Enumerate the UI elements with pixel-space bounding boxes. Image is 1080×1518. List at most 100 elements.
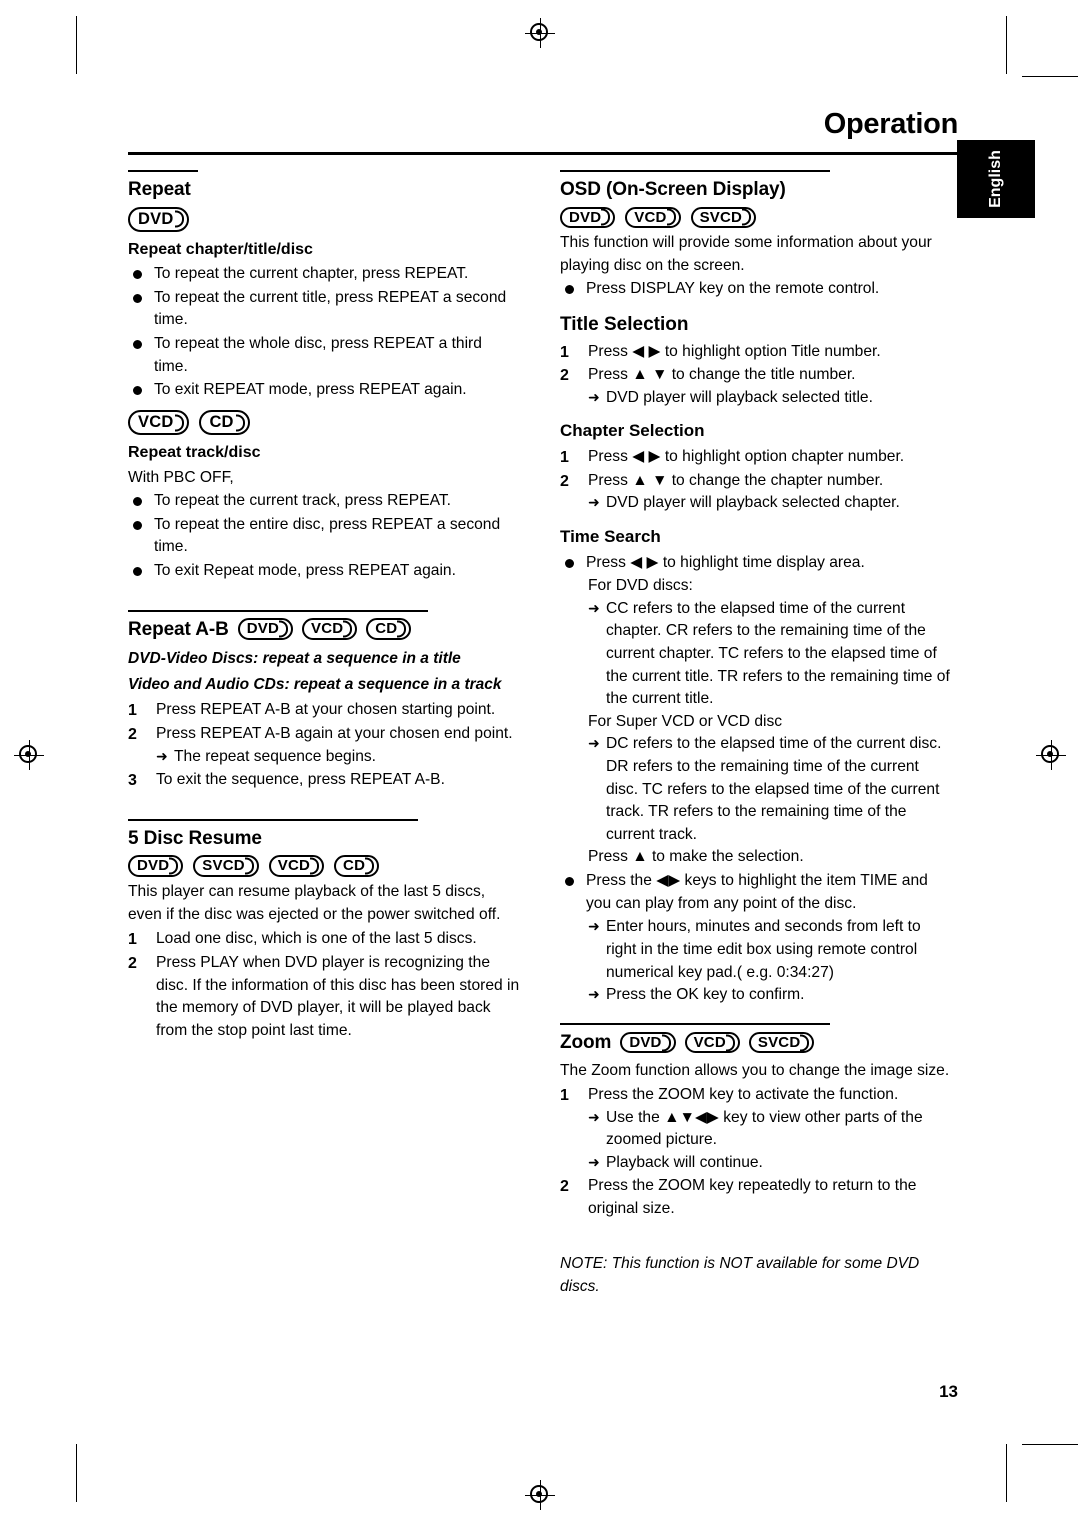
language-tab: English xyxy=(957,140,1035,218)
time-search-vcd-label: For Super VCD or VCD disc xyxy=(588,712,783,730)
time-search-bullets-2: Press the ◀▶ keys to highlight the item … xyxy=(560,870,952,915)
disc-resume-logos: DVD SVCD VCD CD xyxy=(128,855,520,878)
step-text: Press ◀ ▶ to highlight option chapter nu… xyxy=(588,448,905,466)
osd-intro: This function will provide some informat… xyxy=(560,234,932,274)
arrow-icon: ➜ xyxy=(588,735,600,752)
time-search-make-selection: Press ▲ to make the selection. xyxy=(588,848,804,866)
osd-logos: DVD VCD SVCD xyxy=(560,206,952,229)
step-number: 2 xyxy=(560,1178,569,1196)
step-substep: ➜ DVD player will playback selected titl… xyxy=(588,387,952,410)
list-item-text: Press ◀ ▶ to highlight time display area… xyxy=(586,553,865,571)
disc-logo-vcd: VCD xyxy=(301,618,358,641)
repeat-heading: Repeat xyxy=(128,179,191,200)
disc-logo-vcd: VCD xyxy=(684,1031,740,1054)
time-search-bullets: Press ◀ ▶ to highlight time display area… xyxy=(560,552,952,575)
arrow-icon: ➜ xyxy=(588,918,600,935)
crop-mark-top-right xyxy=(1006,16,1007,74)
disc-logo-dvd: DVD xyxy=(560,206,616,229)
osd-heading: OSD (On-Screen Display) xyxy=(560,179,786,200)
arrow-icon: ➜ xyxy=(588,599,600,616)
time-search-entry-detail: ➜ Enter hours, minutes and seconds from … xyxy=(588,916,952,984)
disc-logo-cd: CD xyxy=(366,618,412,641)
step-number: 2 xyxy=(128,954,137,972)
list-item: Press ◀ ▶ to highlight time display area… xyxy=(560,552,952,575)
disc-logo-vcd: VCD xyxy=(268,855,325,878)
repeat-ab-section-rule xyxy=(128,609,428,612)
bullet-icon xyxy=(133,270,142,280)
disc-resume-section-rule xyxy=(128,818,418,821)
list-item: To exit Repeat mode, press REPEAT again. xyxy=(128,560,520,583)
arrow-icon: ➜ xyxy=(156,747,168,764)
step-number: 1 xyxy=(560,449,569,467)
crop-mark-right-upper xyxy=(1022,76,1078,77)
step-number: 3 xyxy=(128,772,137,790)
list-item-text: To repeat the current chapter, press REP… xyxy=(154,265,469,283)
disc-logo-dvd: DVD xyxy=(128,855,184,878)
title-selection-heading: Title Selection xyxy=(560,314,689,336)
page-title: Operation xyxy=(823,108,959,140)
substep-text: DVD player will playback selected title. xyxy=(606,388,873,406)
disc-logo-vcd: VCD xyxy=(128,409,190,436)
substep-text: The repeat sequence begins. xyxy=(174,747,376,765)
detail-text: CC refers to the elapsed time of the cur… xyxy=(606,599,950,708)
chapter-selection-heading: Chapter Selection xyxy=(560,421,705,441)
disc-logo-svcd: SVCD xyxy=(193,855,259,878)
disc-logo-dvd: DVD xyxy=(620,1031,676,1054)
crop-mark-bottom-right xyxy=(1006,1444,1007,1502)
disc-resume-heading: 5 Disc Resume xyxy=(128,827,262,849)
list-item-text: To repeat the current title, press REPEA… xyxy=(154,288,507,329)
time-search-dvd-detail: ➜ CC refers to the elapsed time of the c… xyxy=(588,598,952,711)
list-item-text: To repeat the current track, press REPEA… xyxy=(154,492,451,510)
language-tab-label: English xyxy=(987,150,1004,208)
left-column: Repeat DVD Repeat chapter/title/disc To … xyxy=(128,170,520,1043)
list-item: 2 Press ▲ ▼ to change the chapter number… xyxy=(560,470,952,515)
zoom-section-rule xyxy=(560,1022,830,1025)
detail-text: Press the OK key to confirm. xyxy=(606,986,805,1004)
list-item-text: Press DISPLAY key on the remote control. xyxy=(586,280,880,298)
step-text: Press PLAY when DVD player is recognizin… xyxy=(156,953,520,1039)
bullet-icon xyxy=(565,877,574,887)
list-item: 1 Press the ZOOM key to activate the fun… xyxy=(560,1084,952,1174)
header-divider xyxy=(128,152,958,155)
bullet-icon xyxy=(133,386,142,396)
arrow-icon: ➜ xyxy=(588,986,600,1003)
repeat-chapter-title-disc-heading: Repeat chapter/title/disc xyxy=(128,241,313,259)
time-search-body: For DVD discs: ➜ CC refers to the elapse… xyxy=(560,575,952,869)
bullet-icon xyxy=(133,497,142,507)
repeat-ab-dvd-note: DVD-Video Discs: repeat a sequence in a … xyxy=(128,650,461,668)
repeat-ab-heading: Repeat A-B xyxy=(128,618,229,640)
bullet-icon xyxy=(133,293,142,303)
crop-mark-top-left xyxy=(76,16,77,74)
step-number: 2 xyxy=(560,472,569,490)
list-item: 1 Load one disc, which is one of the las… xyxy=(128,928,520,951)
repeat-chapter-bullets: To repeat the current chapter, press REP… xyxy=(128,263,520,402)
manual-page: Operation English Repeat DVD Repeat chap… xyxy=(0,0,1080,1518)
step-text: Press ▲ ▼ to change the title number. xyxy=(588,366,856,384)
detail-text: DC refers to the elapsed time of the cur… xyxy=(606,735,942,843)
arrow-icon: ➜ xyxy=(588,1108,600,1125)
bullet-icon xyxy=(133,520,142,530)
list-item: 2 Press REPEAT A-B again at your chosen … xyxy=(128,723,520,768)
bullet-icon xyxy=(565,285,574,295)
repeat-track-disc-heading: Repeat track/disc xyxy=(128,444,261,462)
list-item: 2 Press the ZOOM key repeatedly to retur… xyxy=(560,1175,952,1220)
time-search-vcd-detail: ➜ DC refers to the elapsed time of the c… xyxy=(588,733,952,846)
crop-mark-right-lower xyxy=(1022,1444,1078,1445)
step-text: Press ◀ ▶ to highlight option Title numb… xyxy=(588,342,881,360)
list-item: 1 Press REPEAT A-B at your chosen starti… xyxy=(128,699,520,722)
list-item: Press the ◀▶ keys to highlight the item … xyxy=(560,870,952,915)
repeat-ab-title-row: Repeat A-B DVD VCD CD xyxy=(128,616,520,644)
time-search-heading: Time Search xyxy=(560,526,661,546)
step-text: Press REPEAT A-B at your chosen starting… xyxy=(156,701,496,719)
step-text: To exit the sequence, press REPEAT A-B. xyxy=(156,771,445,789)
repeat-logos: DVD xyxy=(128,206,520,233)
step-number: 2 xyxy=(128,726,137,743)
disc-logo-dvd: DVD xyxy=(128,206,190,233)
step-substep: ➜ DVD player will playback selected chap… xyxy=(588,492,952,515)
step-substep: ➜ Use the ▲▼◀▶ key to view other parts o… xyxy=(588,1107,952,1152)
title-selection-steps: 1 Press ◀ ▶ to highlight option Title nu… xyxy=(560,341,952,410)
crop-mark-bottom-left xyxy=(76,1444,77,1502)
chapter-selection-steps: 1 Press ◀ ▶ to highlight option chapter … xyxy=(560,446,952,515)
step-substep: ➜ The repeat sequence begins. xyxy=(156,746,520,769)
time-search-confirm-detail: ➜ Press the OK key to confirm. xyxy=(588,984,952,1007)
